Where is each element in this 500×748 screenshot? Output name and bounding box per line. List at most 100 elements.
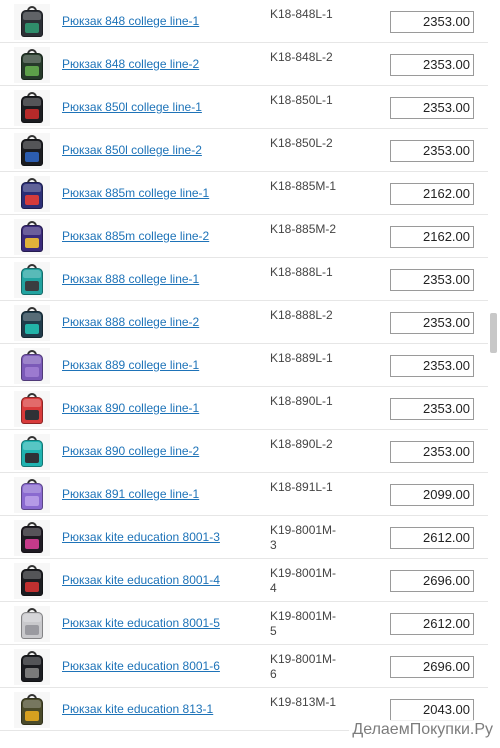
product-name-link[interactable]: Рюкзак kite education 8001-3 xyxy=(62,530,220,544)
product-name-link[interactable]: Рюкзак 890 college line-2 xyxy=(62,444,199,458)
product-name-link[interactable]: Рюкзак 890 college line-1 xyxy=(62,401,199,415)
product-thumbnail[interactable] xyxy=(14,520,50,556)
product-name-link[interactable]: Рюкзак kite education 8001-6 xyxy=(62,659,220,673)
product-thumbnail[interactable] xyxy=(14,606,50,642)
backpack-icon xyxy=(20,522,44,554)
product-code: K18-850L-1 xyxy=(270,93,333,107)
backpack-icon xyxy=(20,608,44,640)
product-thumbnail[interactable] xyxy=(14,90,50,126)
product-code: K19-813M-1 xyxy=(270,695,337,709)
product-code: K19-8001M-3 xyxy=(270,523,337,552)
backpack-icon xyxy=(20,350,44,382)
backpack-icon xyxy=(20,651,44,683)
product-code: K18-848L-2 xyxy=(270,50,333,64)
product-code: K18-888L-1 xyxy=(270,265,333,279)
backpack-icon xyxy=(20,479,44,511)
product-row: Рюкзак 890 college line-2 K18-890L-2 2353.… xyxy=(0,430,488,473)
price-field[interactable]: 2353.00 xyxy=(390,269,474,291)
product-thumbnail[interactable] xyxy=(14,391,50,427)
product-code: K18-889L-1 xyxy=(270,351,333,365)
backpack-icon xyxy=(20,264,44,296)
product-row: Рюкзак 848 college line-1 K18-848L-1 2353.… xyxy=(0,0,488,43)
product-row: Рюкзак kite education 8001-5 K19-8001M-5 2… xyxy=(0,602,488,645)
product-code: K18-850L-2 xyxy=(270,136,333,150)
product-name-link[interactable]: Рюкзак 885m college line-2 xyxy=(62,229,209,243)
product-thumbnail[interactable] xyxy=(14,262,50,298)
product-code: K18-890L-2 xyxy=(270,437,333,451)
backpack-icon xyxy=(20,49,44,81)
product-thumbnail[interactable] xyxy=(14,47,50,83)
product-name-link[interactable]: Рюкзак kite education 8001-5 xyxy=(62,616,220,630)
product-code: K18-888L-2 xyxy=(270,308,333,322)
product-code: K18-885M-1 xyxy=(270,179,337,193)
product-row: Рюкзак 850l college line-1 K18-850L-1 2353… xyxy=(0,86,488,129)
price-field[interactable]: 2353.00 xyxy=(390,398,474,420)
product-row: Рюкзак 889 college line-1 K18-889L-1 2353.… xyxy=(0,344,488,387)
price-field[interactable]: 2162.00 xyxy=(390,226,474,248)
product-code: K19-8001M-4 xyxy=(270,566,337,595)
product-code: K19-8001M-6 xyxy=(270,652,337,681)
scrollbar-thumb[interactable] xyxy=(490,313,497,353)
price-field[interactable]: 2353.00 xyxy=(390,441,474,463)
product-row: Рюкзак 891 college line-1 K18-891L-1 2099.… xyxy=(0,473,488,516)
price-field[interactable]: 2099.00 xyxy=(390,484,474,506)
scrollbar[interactable] xyxy=(489,0,500,748)
product-thumbnail[interactable] xyxy=(14,176,50,212)
price-field[interactable]: 2696.00 xyxy=(390,656,474,678)
price-field[interactable]: 2353.00 xyxy=(390,97,474,119)
backpack-icon xyxy=(20,436,44,468)
product-name-link[interactable]: Рюкзак kite education 813-1 xyxy=(62,702,213,716)
product-thumbnail[interactable] xyxy=(14,219,50,255)
product-name-link[interactable]: Рюкзак 888 college line-1 xyxy=(62,272,199,286)
price-field[interactable]: 2353.00 xyxy=(390,312,474,334)
backpack-icon xyxy=(20,221,44,253)
price-field[interactable]: 2353.00 xyxy=(390,54,474,76)
product-row: Рюкзак kite education 8001-3 K19-8001M-3 2… xyxy=(0,516,488,559)
product-thumbnail[interactable] xyxy=(14,4,50,40)
product-row: Рюкзак 848 college line-2 K18-848L-2 2353.… xyxy=(0,43,488,86)
product-name-link[interactable]: Рюкзак 888 college line-2 xyxy=(62,315,199,329)
product-thumbnail[interactable] xyxy=(14,477,50,513)
product-name-link[interactable]: Рюкзак 848 college line-1 xyxy=(62,14,199,28)
price-field[interactable]: 2612.00 xyxy=(390,613,474,635)
backpack-icon xyxy=(20,92,44,124)
product-row: Рюкзак kite education 8001-6 K19-8001M-6 2… xyxy=(0,645,488,688)
price-field[interactable]: 2043.00 xyxy=(390,699,474,721)
product-thumbnail[interactable] xyxy=(14,434,50,470)
product-name-link[interactable]: Рюкзак 885m college line-1 xyxy=(62,186,209,200)
product-thumbnail[interactable] xyxy=(14,649,50,685)
product-row: Рюкзак 890 college line-1 K18-890L-1 2353.… xyxy=(0,387,488,430)
backpack-icon xyxy=(20,694,44,726)
price-field[interactable]: 2696.00 xyxy=(390,570,474,592)
product-name-link[interactable]: Рюкзак 850l college line-2 xyxy=(62,143,202,157)
watermark: ДелаемПокупки.Ру xyxy=(349,720,496,740)
backpack-icon xyxy=(20,6,44,38)
product-name-link[interactable]: Рюкзак 891 college line-1 xyxy=(62,487,199,501)
product-thumbnail[interactable] xyxy=(14,133,50,169)
backpack-icon xyxy=(20,135,44,167)
price-field[interactable]: 2353.00 xyxy=(390,355,474,377)
product-row: Рюкзак 885m college line-2 K18-885M-2 2162… xyxy=(0,215,488,258)
price-field[interactable]: 2353.00 xyxy=(390,11,474,33)
product-code: K18-848L-1 xyxy=(270,7,333,21)
product-name-link[interactable]: Рюкзак kite education 8001-4 xyxy=(62,573,220,587)
product-thumbnail[interactable] xyxy=(14,305,50,341)
product-code: K18-885M-2 xyxy=(270,222,337,236)
price-field[interactable]: 2162.00 xyxy=(390,183,474,205)
product-thumbnail[interactable] xyxy=(14,348,50,384)
product-thumbnail[interactable] xyxy=(14,692,50,728)
product-code: K18-890L-1 xyxy=(270,394,333,408)
product-list: Рюкзак 848 college line-1 K18-848L-1 2353.… xyxy=(0,0,488,731)
backpack-icon xyxy=(20,307,44,339)
product-row: Рюкзак 888 college line-2 K18-888L-2 2353.… xyxy=(0,301,488,344)
product-name-link[interactable]: Рюкзак 889 college line-1 xyxy=(62,358,199,372)
product-name-link[interactable]: Рюкзак 850l college line-1 xyxy=(62,100,202,114)
product-thumbnail[interactable] xyxy=(14,563,50,599)
backpack-icon xyxy=(20,178,44,210)
product-code: K19-8001M-5 xyxy=(270,609,337,638)
product-code: K18-891L-1 xyxy=(270,480,333,494)
product-name-link[interactable]: Рюкзак 848 college line-2 xyxy=(62,57,199,71)
price-field[interactable]: 2612.00 xyxy=(390,527,474,549)
price-field[interactable]: 2353.00 xyxy=(390,140,474,162)
product-row: Рюкзак 885m college line-1 K18-885M-1 2162… xyxy=(0,172,488,215)
